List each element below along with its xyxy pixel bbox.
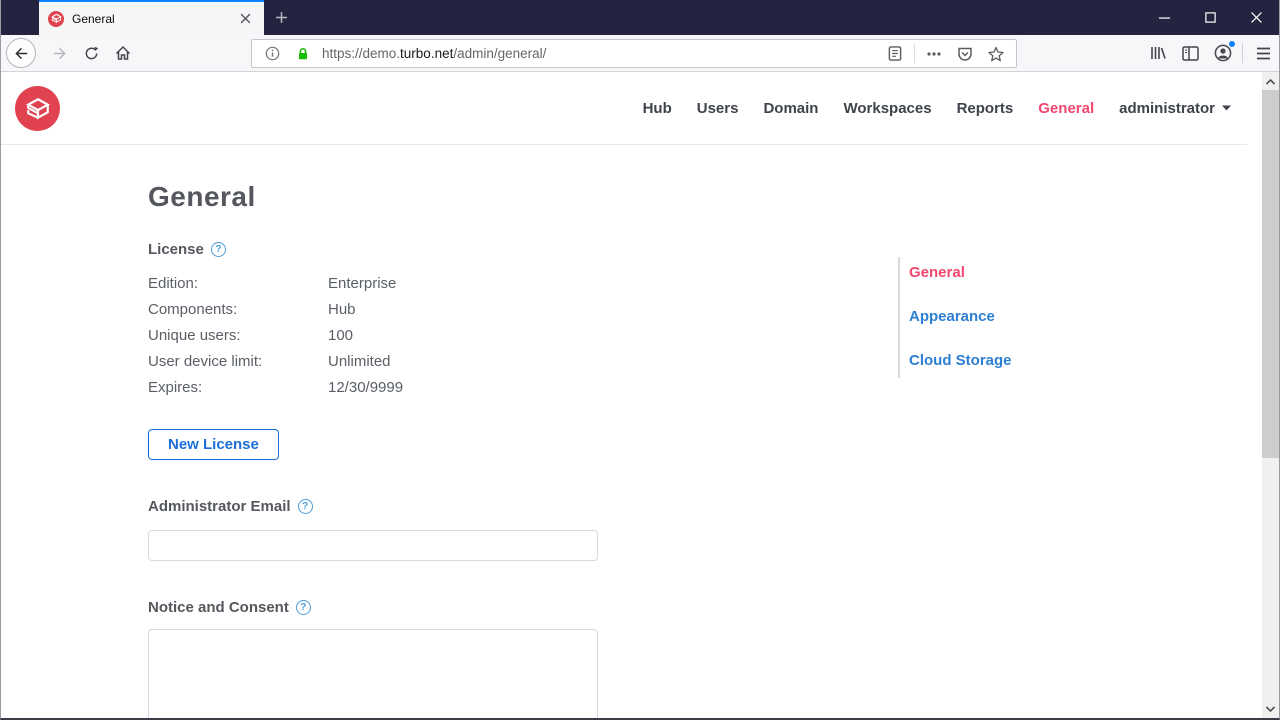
pocket-icon[interactable]	[953, 42, 977, 66]
toolbar-separator	[1242, 43, 1243, 63]
license-section-label: License ?	[148, 241, 598, 258]
page-title: General	[148, 181, 256, 212]
browser-window: General https://demo.turbo.net/admin/gen…	[0, 0, 1280, 720]
nav-item-hub[interactable]: Hub	[643, 100, 672, 117]
sidebar-item-cloud-storage[interactable]: Cloud Storage	[909, 353, 1098, 368]
scroll-up-arrow-icon[interactable]	[1262, 73, 1279, 90]
notice-consent-textarea[interactable]	[148, 629, 598, 718]
license-help-icon[interactable]: ?	[210, 242, 226, 257]
titlebar-drag-area	[298, 0, 1141, 35]
sidebar-toggle-icon[interactable]	[1175, 38, 1205, 68]
license-row-device-limit: User device limit: Unlimited	[148, 353, 391, 370]
reader-mode-icon[interactable]	[883, 42, 907, 66]
url-bar[interactable]: https://demo.turbo.net/admin/general/	[251, 39, 1017, 68]
page-viewport: Hub Users Domain Workspaces Reports Gene…	[1, 72, 1279, 718]
scroll-down-arrow-icon[interactable]	[1262, 700, 1279, 717]
library-icon[interactable]	[1143, 38, 1173, 68]
license-heading: License	[148, 241, 204, 258]
vertical-scrollbar[interactable]	[1262, 72, 1279, 718]
account-notification-dot	[1228, 40, 1236, 48]
url-path: /admin/general/	[453, 46, 547, 61]
site-header: Hub Users Domain Workspaces Reports Gene…	[1, 72, 1247, 145]
admin-email-input[interactable]	[148, 530, 598, 561]
notice-consent-section-label: Notice and Consent ?	[148, 599, 598, 616]
home-button[interactable]	[108, 38, 138, 68]
tabbar-left-spacer	[1, 0, 39, 35]
bookmark-star-icon[interactable]	[984, 42, 1008, 66]
admin-email-heading: Administrator Email	[148, 498, 291, 515]
turbo-logo-icon[interactable]	[15, 86, 60, 131]
maximize-button[interactable]	[1187, 0, 1233, 35]
hamburger-menu-icon[interactable]	[1247, 38, 1279, 68]
license-row-edition: Edition: Enterprise	[148, 275, 397, 292]
url-prefix: https://demo.	[322, 46, 401, 61]
admin-email-help-icon[interactable]: ?	[297, 499, 313, 514]
url-text[interactable]: https://demo.turbo.net/admin/general/	[322, 46, 876, 61]
url-domain: turbo.net	[400, 46, 454, 61]
new-license-button[interactable]: New License	[148, 429, 279, 460]
turbo-favicon-icon	[48, 10, 64, 27]
account-icon[interactable]	[1207, 38, 1239, 68]
admin-email-section-label: Administrator Email ?	[148, 498, 598, 515]
tab-close-icon[interactable]	[235, 9, 255, 29]
window-controls	[1141, 0, 1279, 35]
navigation-toolbar: https://demo.turbo.net/admin/general/	[1, 35, 1279, 72]
user-menu-label: administrator	[1119, 99, 1215, 117]
forward-button[interactable]	[44, 38, 74, 68]
scrollbar-thumb[interactable]	[1262, 90, 1279, 458]
notice-consent-heading: Notice and Consent	[148, 599, 289, 616]
browser-tab-general[interactable]: General	[39, 0, 264, 35]
nav-item-domain[interactable]: Domain	[763, 100, 818, 117]
license-row-expires: Expires: 12/30/9999	[148, 379, 404, 396]
license-row-components: Components: Hub	[148, 301, 356, 318]
nav-item-reports[interactable]: Reports	[957, 100, 1014, 117]
user-menu[interactable]: administrator	[1119, 100, 1231, 117]
titlebar: General	[1, 0, 1279, 35]
urlbar-separator	[914, 44, 915, 63]
license-row-unique-users: Unique users: 100	[148, 327, 354, 344]
close-window-button[interactable]	[1233, 0, 1279, 35]
site-info-icon[interactable]	[260, 42, 284, 66]
license-details: Edition: Enterprise Components: Hub Uniq…	[148, 271, 598, 401]
settings-sidebar: General Appearance Cloud Storage	[898, 257, 1098, 378]
nav-item-workspaces[interactable]: Workspaces	[843, 100, 931, 117]
https-lock-icon[interactable]	[291, 42, 315, 66]
notice-consent-help-icon[interactable]: ?	[295, 600, 311, 615]
nav-item-general[interactable]: General	[1038, 100, 1094, 117]
top-navigation: Hub Users Domain Workspaces Reports Gene…	[643, 72, 1231, 144]
tab-title: General	[72, 11, 115, 26]
back-button[interactable]	[6, 38, 36, 68]
sidebar-item-appearance[interactable]: Appearance	[909, 309, 1098, 324]
page-actions-icon[interactable]	[922, 42, 946, 66]
reload-button[interactable]	[76, 38, 106, 68]
nav-item-users[interactable]: Users	[697, 100, 739, 117]
minimize-button[interactable]	[1141, 0, 1187, 35]
dropdown-caret-icon	[1222, 105, 1231, 111]
sidebar-item-general[interactable]: General	[909, 265, 1098, 280]
new-tab-button[interactable]	[264, 0, 298, 35]
